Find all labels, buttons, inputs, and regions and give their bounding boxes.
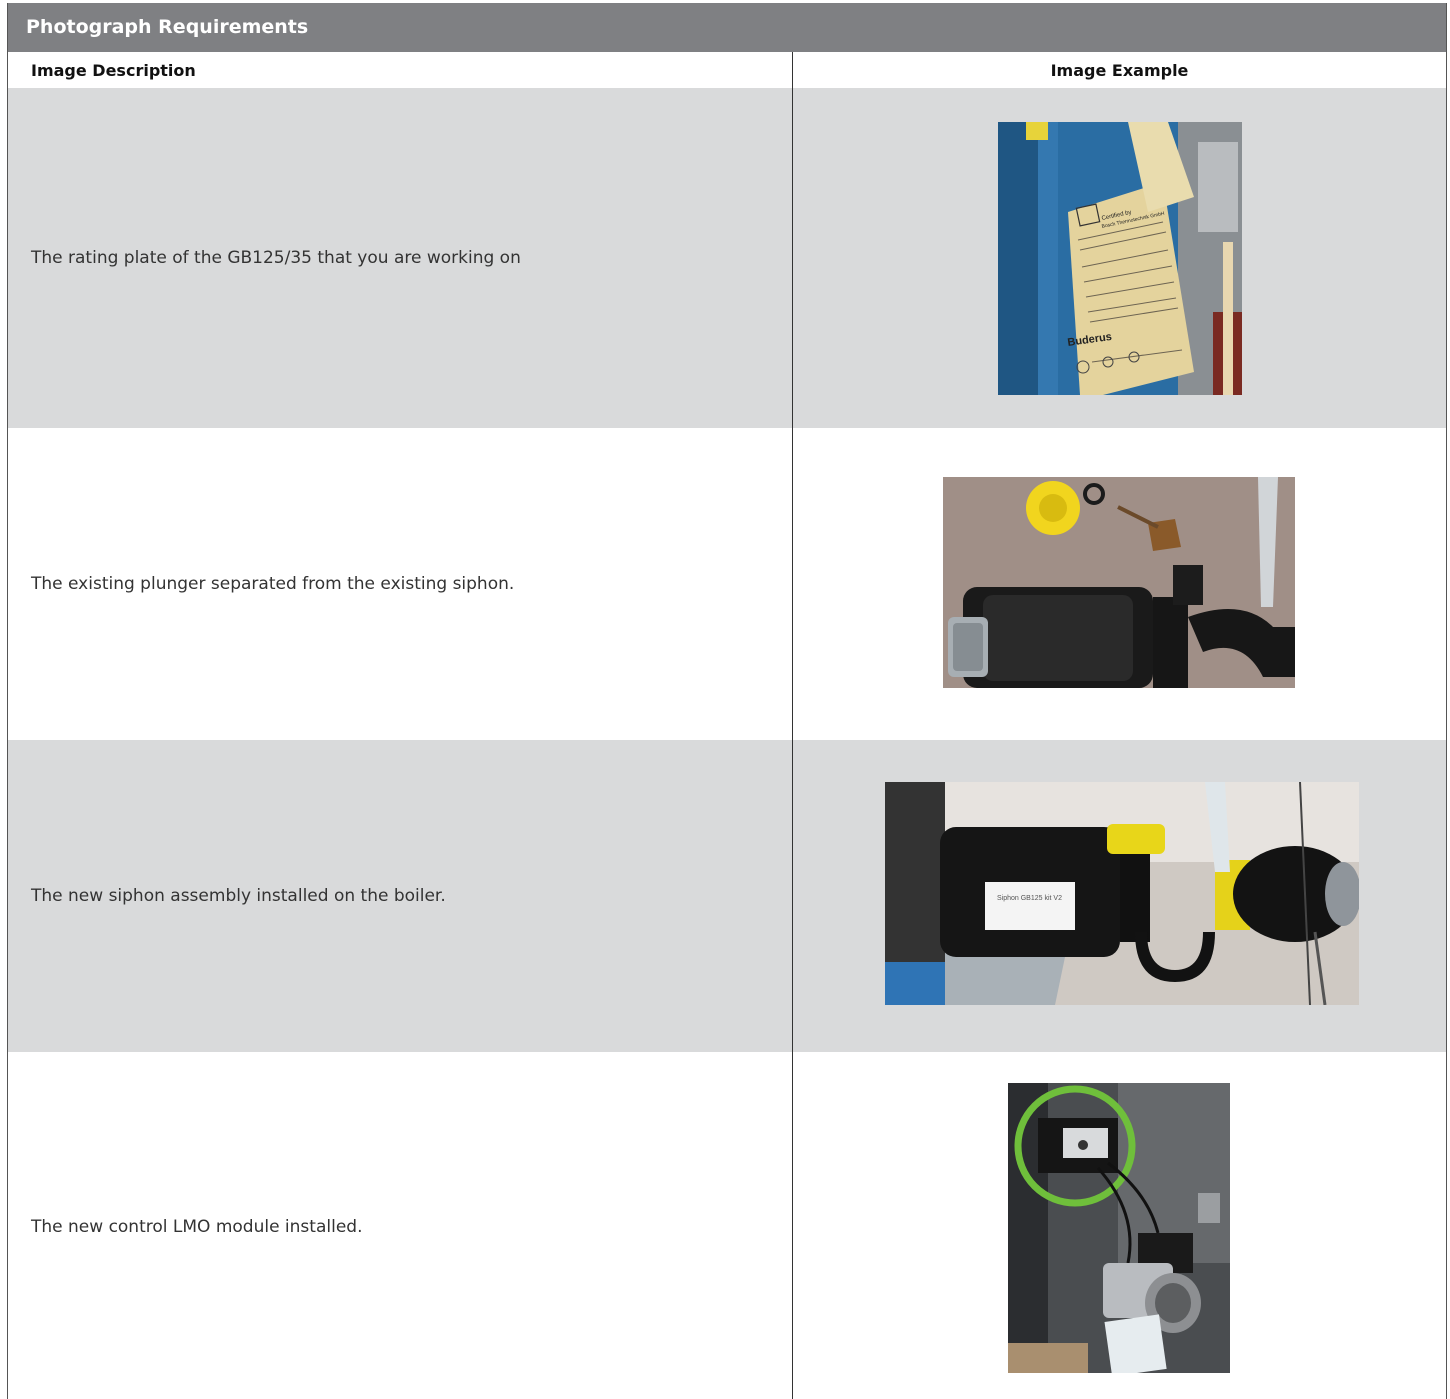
table-row: The new control LMO module installed. [8, 1052, 1446, 1399]
siphon-label-text: Siphon GB125 kit V2 [997, 895, 1062, 902]
column-divider [792, 52, 793, 1399]
siphon-assembly-image: Siphon GB125 kit V2 [885, 782, 1359, 1005]
plunger-siphon-photo [943, 477, 1295, 688]
rating-plate-photo: Certified by Bosch Thermotechnik GmbH Bu… [998, 122, 1242, 395]
plunger-siphon-image [943, 477, 1295, 688]
row-description: The existing plunger separated from the … [31, 574, 515, 594]
lmo-module-photo [1008, 1083, 1230, 1373]
table-row: The existing plunger separated from the … [8, 428, 1446, 740]
table-title: Photograph Requirements [26, 16, 309, 38]
table-title-bar: Photograph Requirements [8, 3, 1446, 52]
row-description: The rating plate of the GB125/35 that yo… [31, 248, 521, 268]
table-row: The new siphon assembly installed on the… [8, 740, 1446, 1052]
siphon-assembly-photo: Siphon GB125 kit V2 [885, 782, 1359, 1005]
row-description: The new siphon assembly installed on the… [31, 886, 446, 906]
row-description: The new control LMO module installed. [31, 1217, 363, 1237]
table-row: The rating plate of the GB125/35 that yo… [8, 88, 1446, 428]
photograph-requirements-table: Photograph Requirements Image Descriptio… [7, 3, 1447, 1399]
rating-plate-image: Certified by Bosch Thermotechnik GmbH Bu… [998, 122, 1242, 395]
table-header-row: Image Description Image Example [8, 52, 1446, 88]
lmo-module-image [1008, 1083, 1230, 1373]
header-image-description: Image Description [31, 61, 196, 80]
header-image-example: Image Example [1050, 61, 1189, 80]
